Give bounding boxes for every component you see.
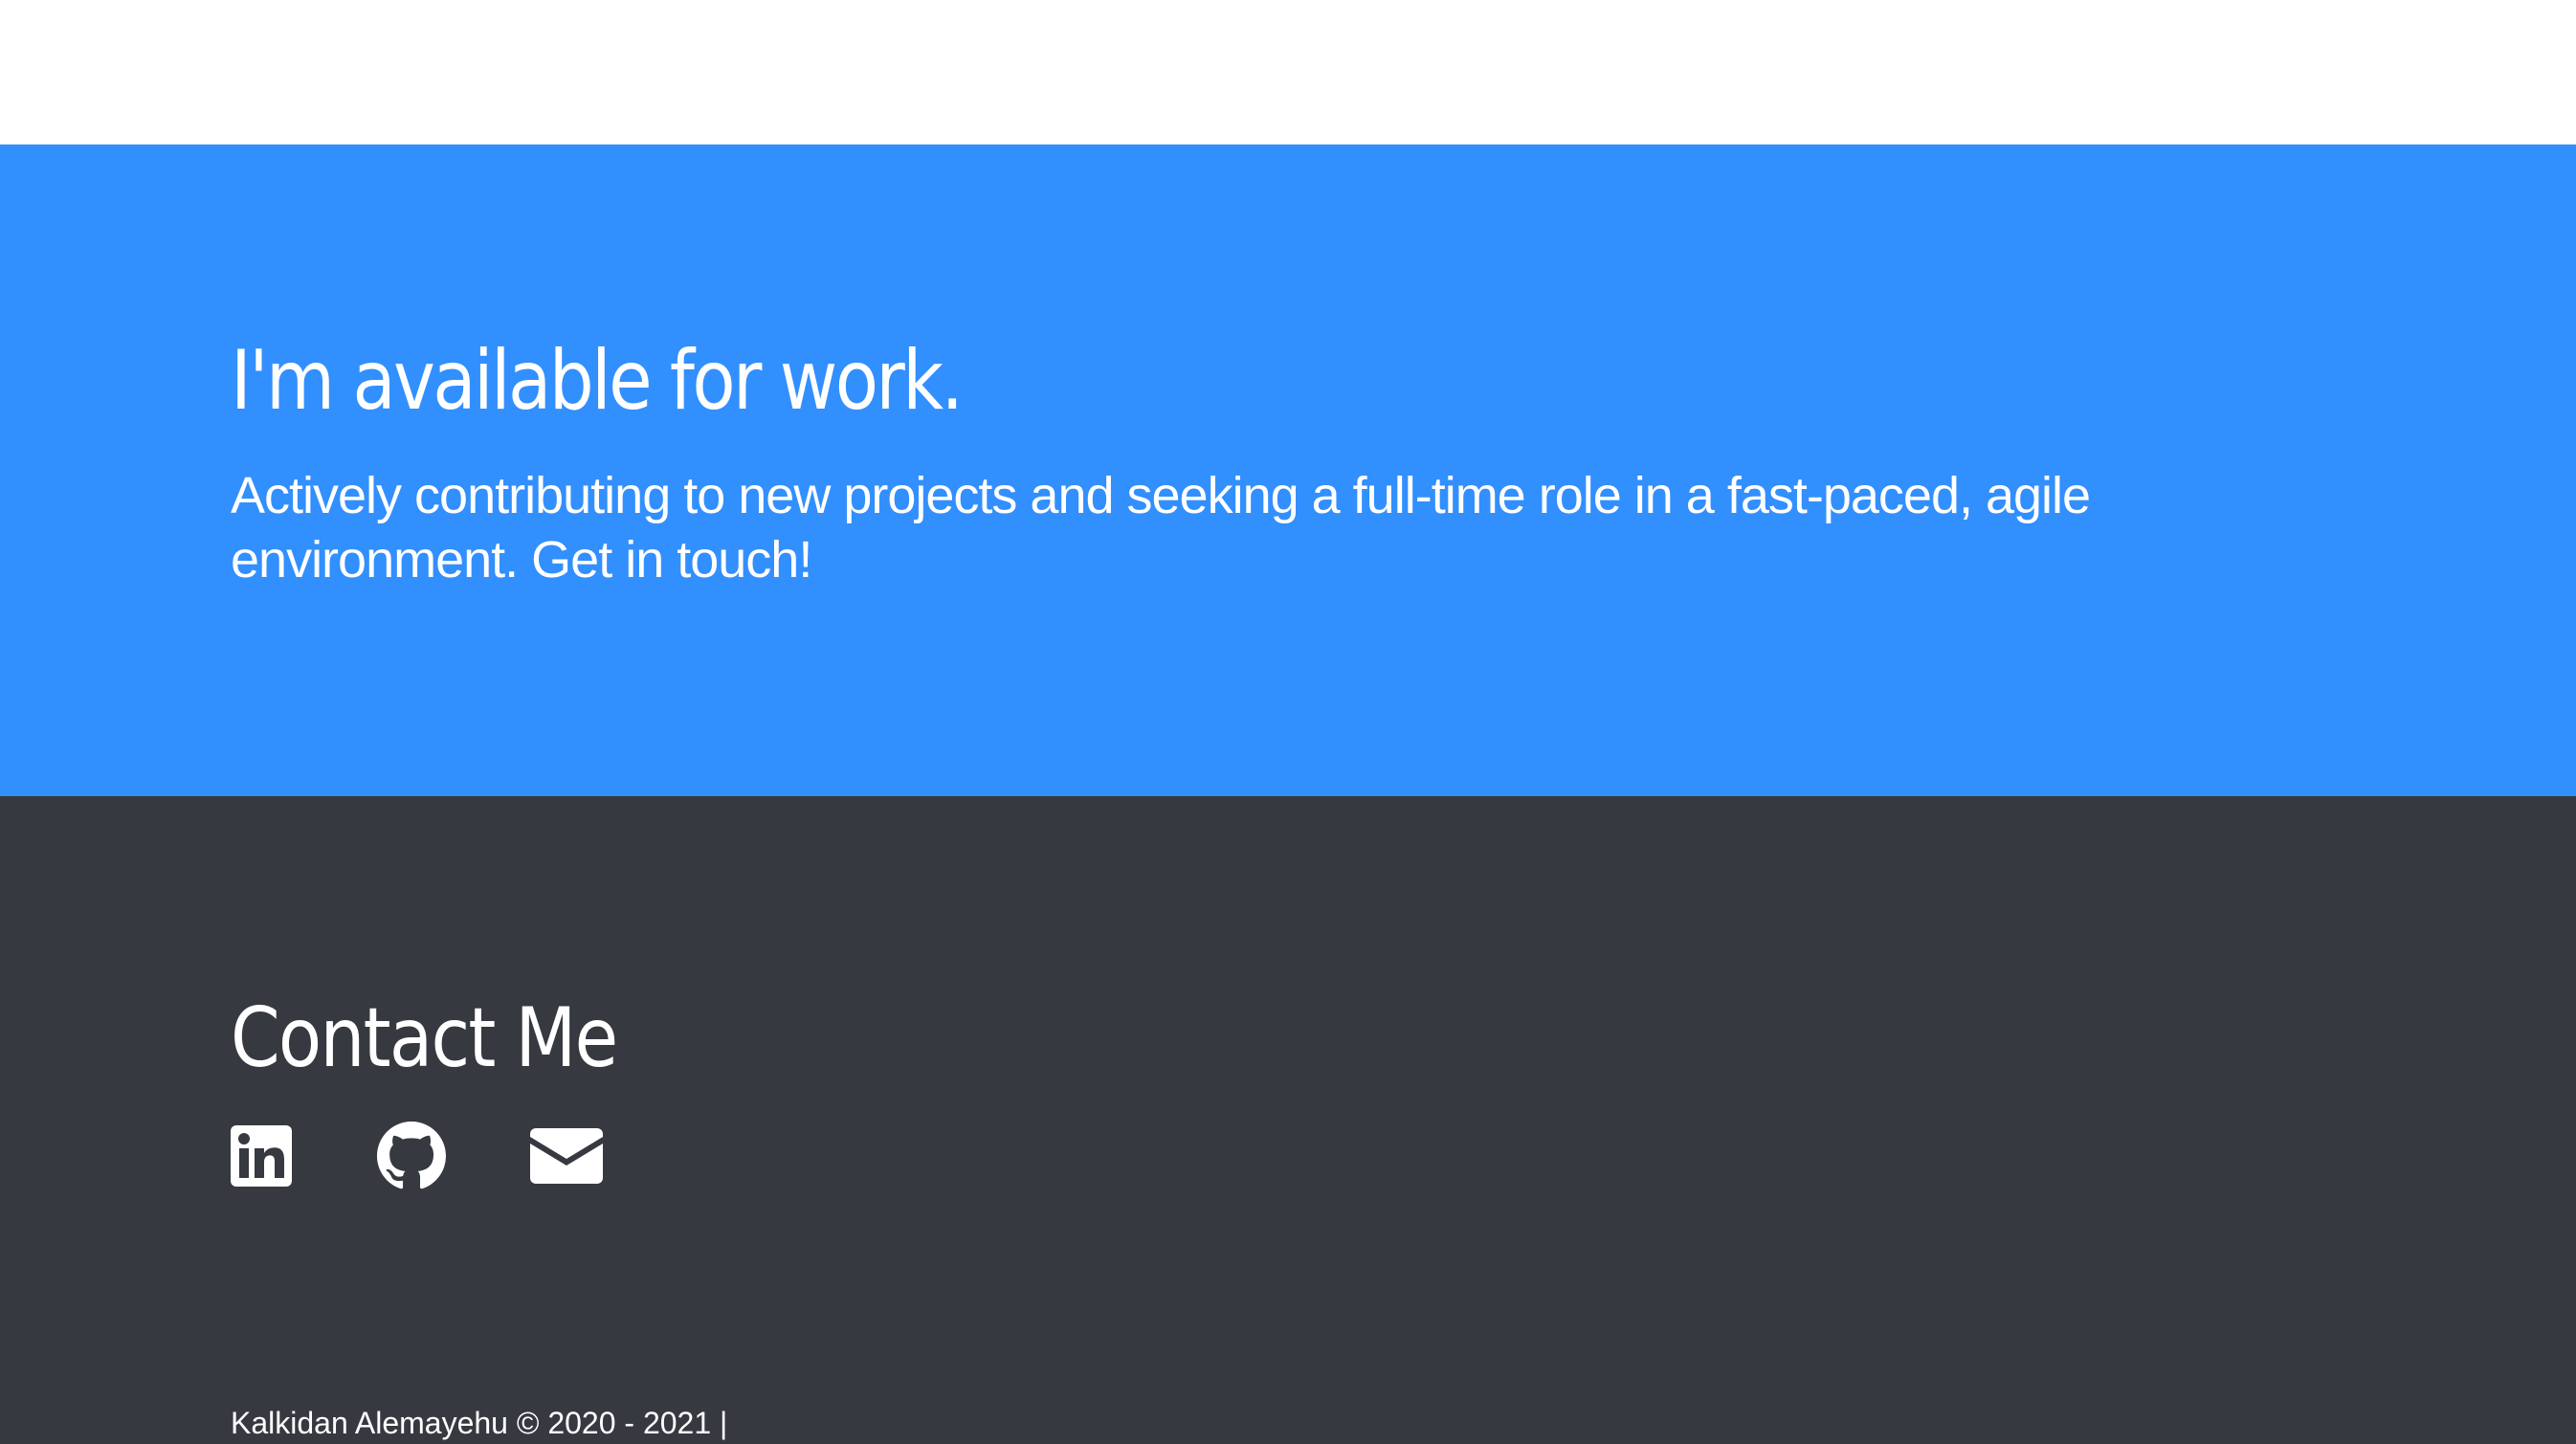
social-links xyxy=(231,1122,603,1190)
top-blank-area xyxy=(0,0,2576,144)
linkedin-link[interactable] xyxy=(231,1125,377,1187)
availability-title: I'm available for work. xyxy=(231,333,964,429)
footer-copyright: Kalkidan Alemayehu © 2020 - 2021 | xyxy=(231,1406,728,1440)
mail-icon xyxy=(530,1128,603,1184)
github-icon xyxy=(377,1122,446,1189)
email-link[interactable] xyxy=(530,1128,603,1184)
github-link[interactable] xyxy=(377,1122,530,1190)
contact-section: Contact Me Kalkidan Alemayehu © 2020 - 2… xyxy=(0,796,2576,1444)
availability-description: Actively contributing to new projects an… xyxy=(231,467,2091,589)
availability-section: I'm available for work. Actively contrib… xyxy=(0,144,2576,796)
linkedin-icon xyxy=(231,1125,292,1187)
contact-title: Contact Me xyxy=(231,990,618,1086)
